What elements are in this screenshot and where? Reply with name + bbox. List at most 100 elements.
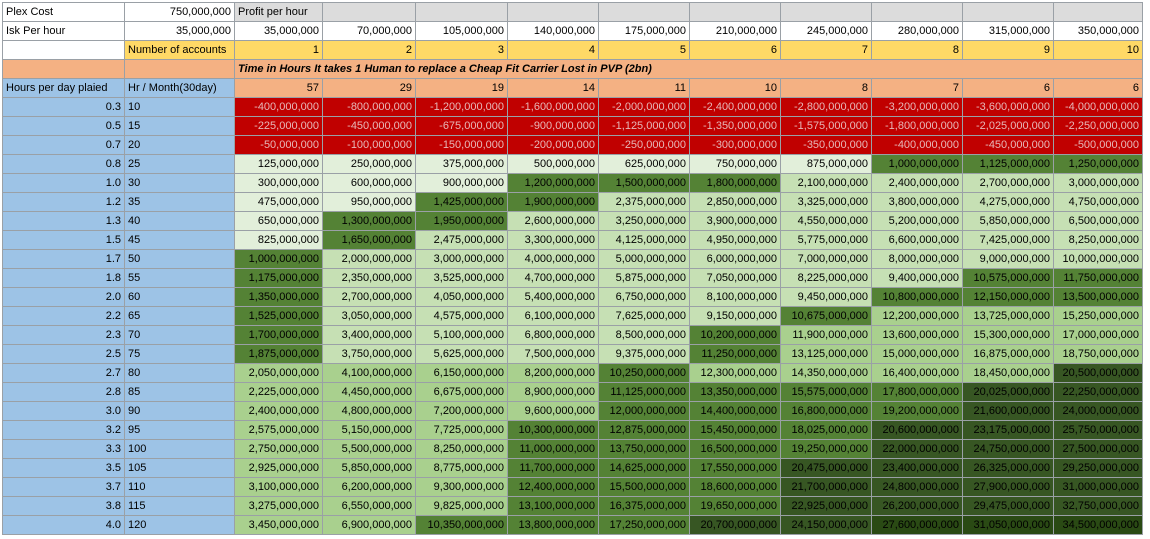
profit-value-cell[interactable]: 31,000,000,000	[1053, 477, 1143, 497]
profit-value-cell[interactable]: 11,250,000,000	[689, 344, 781, 364]
profit-value-cell[interactable]: 2,925,000,000	[234, 458, 323, 478]
profit-value-cell[interactable]: 20,025,000,000	[962, 382, 1054, 402]
profit-value-cell[interactable]: 13,600,000,000	[871, 325, 963, 345]
hours-per-month-cell[interactable]: 25	[124, 154, 235, 174]
profit-per-hour-cell[interactable]: 280,000,000	[871, 21, 963, 41]
profit-value-cell[interactable]: 8,100,000,000	[689, 287, 781, 307]
profit-value-cell[interactable]: 11,000,000,000	[507, 439, 599, 459]
profit-value-cell[interactable]: 18,600,000,000	[689, 477, 781, 497]
profit-value-cell[interactable]: 7,050,000,000	[689, 268, 781, 288]
profit-value-cell[interactable]: 1,950,000,000	[415, 211, 508, 231]
profit-per-hour-label[interactable]: Profit per hour	[234, 2, 323, 22]
profit-value-cell[interactable]: 16,400,000,000	[871, 363, 963, 383]
empty-cell[interactable]	[598, 2, 690, 22]
subtitle[interactable]: Time in Hours It takes 1 Human to replac…	[234, 59, 1143, 79]
profit-value-cell[interactable]: 8,200,000,000	[507, 363, 599, 383]
profit-per-hour-cell[interactable]: 210,000,000	[689, 21, 781, 41]
hours-per-day-cell[interactable]: 1.5	[2, 230, 125, 250]
profit-value-cell[interactable]: 20,500,000,000	[1053, 363, 1143, 383]
replace-hours-cell[interactable]: 14	[507, 78, 599, 98]
profit-value-cell[interactable]: 8,000,000,000	[871, 249, 963, 269]
account-count-cell[interactable]: 6	[689, 40, 781, 60]
profit-value-cell[interactable]: 27,600,000,000	[871, 515, 963, 535]
profit-value-cell[interactable]: 9,000,000,000	[962, 249, 1054, 269]
profit-value-cell[interactable]: 500,000,000	[507, 154, 599, 174]
profit-value-cell[interactable]: 1,900,000,000	[507, 192, 599, 212]
profit-value-cell[interactable]: 1,350,000,000	[234, 287, 323, 307]
profit-value-cell[interactable]: 13,125,000,000	[780, 344, 872, 364]
profit-value-cell[interactable]: 8,900,000,000	[507, 382, 599, 402]
profit-value-cell[interactable]: 10,000,000,000	[1053, 249, 1143, 269]
profit-value-cell[interactable]: -150,000,000	[415, 135, 508, 155]
profit-value-cell[interactable]: 6,000,000,000	[689, 249, 781, 269]
profit-value-cell[interactable]: 16,500,000,000	[689, 439, 781, 459]
profit-value-cell[interactable]: 6,550,000,000	[322, 496, 416, 516]
profit-value-cell[interactable]: -2,800,000,000	[780, 97, 872, 117]
profit-value-cell[interactable]: 11,125,000,000	[598, 382, 690, 402]
profit-value-cell[interactable]: 3,450,000,000	[234, 515, 323, 535]
profit-value-cell[interactable]: 13,500,000,000	[1053, 287, 1143, 307]
hours-per-month-cell[interactable]: 95	[124, 420, 235, 440]
profit-value-cell[interactable]: 22,250,000,000	[1053, 382, 1143, 402]
hours-per-day-cell[interactable]: 2.2	[2, 306, 125, 326]
hours-per-day-cell[interactable]: 0.7	[2, 135, 125, 155]
profit-value-cell[interactable]: 5,000,000,000	[598, 249, 690, 269]
profit-value-cell[interactable]: 26,200,000,000	[871, 496, 963, 516]
hours-per-month-cell[interactable]: 40	[124, 211, 235, 231]
replace-hours-cell[interactable]: 10	[689, 78, 781, 98]
profit-value-cell[interactable]: 29,250,000,000	[1053, 458, 1143, 478]
profit-value-cell[interactable]: 14,350,000,000	[780, 363, 872, 383]
profit-value-cell[interactable]: 9,450,000,000	[780, 287, 872, 307]
profit-value-cell[interactable]: 15,000,000,000	[871, 344, 963, 364]
profit-value-cell[interactable]: 2,575,000,000	[234, 420, 323, 440]
profit-value-cell[interactable]: 10,300,000,000	[507, 420, 599, 440]
hours-per-month-cell[interactable]: 100	[124, 439, 235, 459]
profit-value-cell[interactable]: -3,600,000,000	[962, 97, 1054, 117]
profit-value-cell[interactable]: 17,250,000,000	[598, 515, 690, 535]
profit-value-cell[interactable]: 9,300,000,000	[415, 477, 508, 497]
account-count-cell[interactable]: 5	[598, 40, 690, 60]
profit-value-cell[interactable]: 875,000,000	[780, 154, 872, 174]
plex-cost-label[interactable]: Plex Cost	[2, 2, 125, 22]
profit-value-cell[interactable]: 4,700,000,000	[507, 268, 599, 288]
profit-value-cell[interactable]: 16,375,000,000	[598, 496, 690, 516]
profit-value-cell[interactable]: 9,825,000,000	[415, 496, 508, 516]
hours-per-day-cell[interactable]: 3.3	[2, 439, 125, 459]
profit-value-cell[interactable]: 475,000,000	[234, 192, 323, 212]
profit-value-cell[interactable]: 2,400,000,000	[871, 173, 963, 193]
profit-value-cell[interactable]: 7,200,000,000	[415, 401, 508, 421]
profit-value-cell[interactable]: 3,750,000,000	[322, 344, 416, 364]
hours-per-day-cell[interactable]: 3.2	[2, 420, 125, 440]
profit-per-hour-cell[interactable]: 350,000,000	[1053, 21, 1143, 41]
profit-value-cell[interactable]: 4,575,000,000	[415, 306, 508, 326]
profit-value-cell[interactable]: -1,600,000,000	[507, 97, 599, 117]
profit-value-cell[interactable]: 7,000,000,000	[780, 249, 872, 269]
account-count-cell[interactable]: 2	[322, 40, 416, 60]
profit-value-cell[interactable]: 4,100,000,000	[322, 363, 416, 383]
profit-value-cell[interactable]: 900,000,000	[415, 173, 508, 193]
profit-value-cell[interactable]: 2,100,000,000	[780, 173, 872, 193]
profit-value-cell[interactable]: -500,000,000	[1053, 135, 1143, 155]
profit-value-cell[interactable]: 31,050,000,000	[962, 515, 1054, 535]
profit-value-cell[interactable]: 5,400,000,000	[507, 287, 599, 307]
profit-value-cell[interactable]: 10,250,000,000	[598, 363, 690, 383]
profit-value-cell[interactable]: 825,000,000	[234, 230, 323, 250]
profit-value-cell[interactable]: -4,000,000,000	[1053, 97, 1143, 117]
isk-per-hour-label[interactable]: Isk Per hour	[2, 21, 125, 41]
profit-value-cell[interactable]: 650,000,000	[234, 211, 323, 231]
profit-value-cell[interactable]: 12,000,000,000	[598, 401, 690, 421]
profit-value-cell[interactable]: 4,275,000,000	[962, 192, 1054, 212]
replace-hours-cell[interactable]: 6	[962, 78, 1054, 98]
hours-per-month-cell[interactable]: 50	[124, 249, 235, 269]
profit-value-cell[interactable]: 10,350,000,000	[415, 515, 508, 535]
profit-value-cell[interactable]: 6,600,000,000	[871, 230, 963, 250]
profit-value-cell[interactable]: 15,500,000,000	[598, 477, 690, 497]
profit-value-cell[interactable]: 3,100,000,000	[234, 477, 323, 497]
profit-value-cell[interactable]: 6,100,000,000	[507, 306, 599, 326]
profit-value-cell[interactable]: 23,400,000,000	[871, 458, 963, 478]
account-count-cell[interactable]: 4	[507, 40, 599, 60]
hours-per-day-cell[interactable]: 2.7	[2, 363, 125, 383]
profit-value-cell[interactable]: 10,800,000,000	[871, 287, 963, 307]
profit-value-cell[interactable]: 625,000,000	[598, 154, 690, 174]
hours-per-day-cell[interactable]: 1.0	[2, 173, 125, 193]
